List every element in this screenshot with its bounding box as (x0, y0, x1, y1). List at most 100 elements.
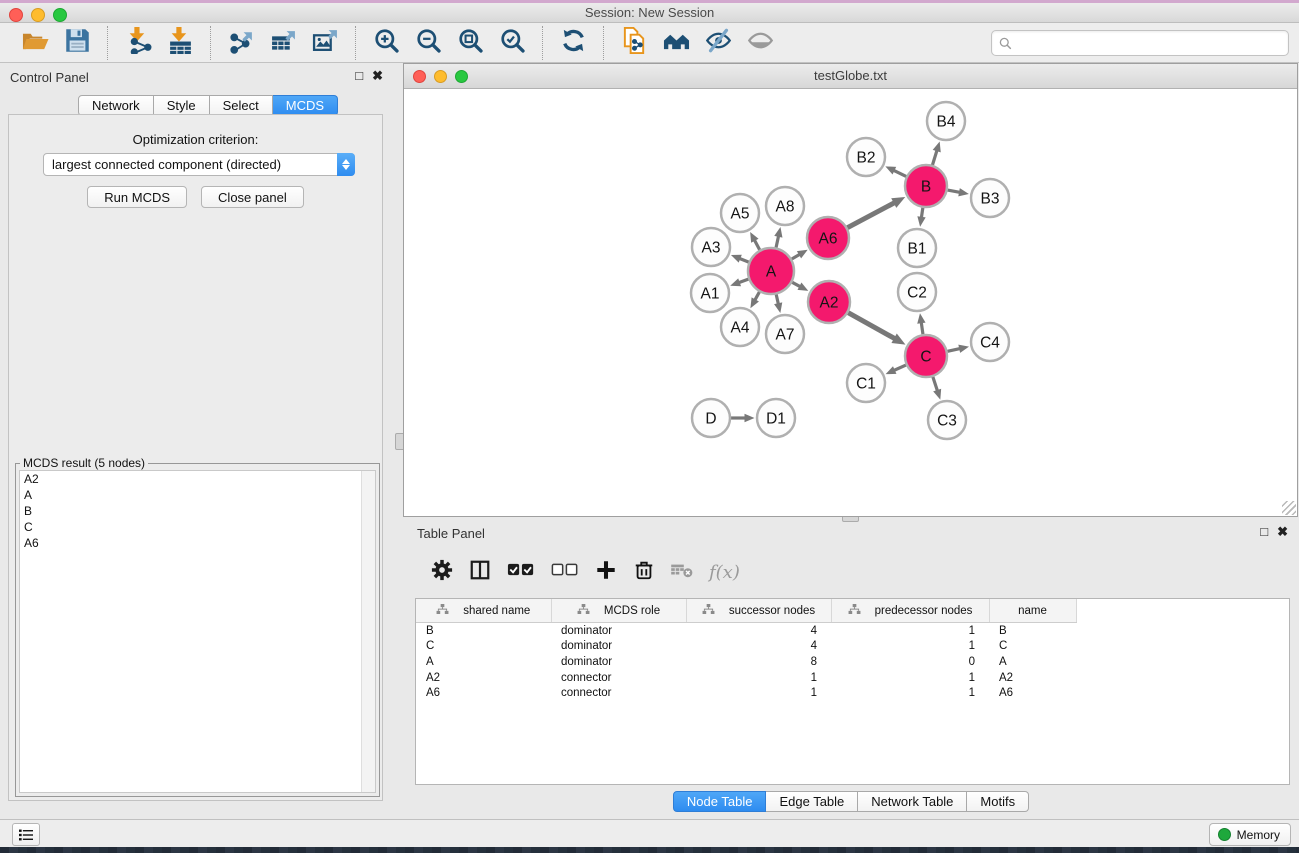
tab-select[interactable]: Select (210, 95, 273, 116)
show-all-button[interactable] (745, 28, 775, 58)
zoom-selected-button[interactable] (497, 28, 527, 58)
graph-node-C4[interactable]: C4 (971, 323, 1009, 361)
delete-table-button[interactable] (665, 558, 699, 586)
edge-B-B4[interactable] (932, 149, 937, 165)
hide-selected-button[interactable] (703, 28, 733, 58)
column-header-mcds-role[interactable]: MCDS role (551, 599, 686, 623)
memory-button[interactable]: Memory (1209, 823, 1291, 846)
first-neighbors-button[interactable] (661, 28, 691, 58)
tab-motifs[interactable]: Motifs (967, 791, 1029, 812)
graph-node-D1[interactable]: D1 (757, 399, 795, 437)
copy-network-button[interactable] (619, 28, 649, 58)
network-window-titlebar[interactable]: testGlobe.txt (404, 64, 1297, 89)
mcds-result-list[interactable]: A2ABCA6 (19, 470, 376, 793)
tab-mcds[interactable]: MCDS (273, 95, 338, 116)
graph-node-A2[interactable]: A2 (808, 281, 850, 323)
function-builder-button[interactable]: f(x) (709, 562, 740, 583)
tab-node-table[interactable]: Node Table (673, 791, 767, 812)
add-column-button[interactable] (589, 558, 623, 586)
column-header-shared-name[interactable]: shared name (416, 599, 551, 623)
import-network-icon (125, 27, 152, 59)
graph-node-D[interactable]: D (692, 399, 730, 437)
result-item[interactable]: A6 (20, 535, 375, 551)
import-table-button[interactable] (165, 28, 195, 58)
node-table[interactable]: shared nameMCDS rolesuccessor nodesprede… (415, 598, 1290, 785)
show-columns-button[interactable] (463, 558, 497, 586)
tab-style[interactable]: Style (154, 95, 210, 116)
close-panel-button[interactable]: Close panel (201, 186, 304, 208)
close-table-panel-icon[interactable]: ✖ (1277, 525, 1288, 539)
search-field[interactable] (991, 30, 1289, 56)
zoom-fit-button[interactable] (455, 28, 485, 58)
arrowhead-icon (933, 389, 944, 401)
graph-node-A8[interactable]: A8 (766, 187, 804, 225)
edge-B-B2[interactable] (893, 170, 907, 177)
graph-node-C3[interactable]: C3 (928, 401, 966, 439)
export-image-button[interactable] (310, 28, 340, 58)
table-row[interactable]: Adominator80A (416, 654, 1289, 670)
graph-node-A7[interactable]: A7 (766, 315, 804, 353)
network-canvas[interactable]: B4 B2 B B3 A8A5 A6 A3 B1 A C2 A1 A2 A4A7 C4 C C1 C3 D D1 (404, 89, 1297, 516)
network-graph[interactable]: B4 B2 B B3 A8A5 A6 A3 B1 A C2 A1 A2 A4A7 C4 C C1 C3 D D1 (404, 89, 1297, 517)
edge-A2-C[interactable] (848, 313, 896, 340)
table-settings-button[interactable] (425, 558, 459, 586)
close-panel-icon[interactable]: ✖ (372, 69, 383, 83)
edge-C-C3[interactable] (933, 377, 938, 392)
refresh-button[interactable] (558, 28, 588, 58)
graph-node-C[interactable]: C (905, 335, 947, 377)
zoom-in-button[interactable] (371, 28, 401, 58)
delete-column-button[interactable] (627, 558, 661, 586)
tab-network-table[interactable]: Network Table (858, 791, 967, 812)
export-network-button[interactable] (226, 28, 256, 58)
export-table-button[interactable] (268, 28, 298, 58)
result-list-scrollbar[interactable] (361, 471, 375, 792)
graph-node-B2[interactable]: B2 (847, 138, 885, 176)
table-row[interactable]: A6connector11A6 (416, 685, 1289, 701)
task-history-button[interactable] (12, 823, 40, 846)
graph-node-A6[interactable]: A6 (807, 217, 849, 259)
save-session-button[interactable] (62, 28, 92, 58)
graph-node-B[interactable]: B (905, 165, 947, 207)
run-mcds-button[interactable]: Run MCDS (87, 186, 187, 208)
graph-node-A3[interactable]: A3 (692, 228, 730, 266)
arrowhead-icon (746, 230, 758, 243)
cell-name: C (989, 639, 1076, 655)
table-row[interactable]: A2connector11A2 (416, 670, 1289, 686)
edge-C-C4[interactable] (947, 348, 961, 351)
graph-node-C1[interactable]: C1 (847, 364, 885, 402)
table-row[interactable]: Cdominator41C (416, 639, 1289, 655)
result-item[interactable]: C (20, 519, 375, 535)
graph-node-B4[interactable]: B4 (927, 102, 965, 140)
search-input[interactable] (1017, 33, 1288, 53)
result-item[interactable]: B (20, 503, 375, 519)
tab-network[interactable]: Network (78, 95, 154, 116)
table-row[interactable]: Bdominator41B (416, 623, 1289, 639)
result-item[interactable]: A2 (20, 471, 375, 487)
control-panel: Control Panel □ ✖ NetworkStyleSelectMCDS… (0, 63, 391, 820)
column-header-successor-nodes[interactable]: successor nodes (686, 599, 831, 623)
float-table-panel-icon[interactable]: □ (1260, 525, 1268, 539)
deselect-all-button[interactable] (545, 558, 585, 586)
select-all-button[interactable] (501, 558, 541, 586)
column-header-name[interactable]: name (989, 599, 1076, 623)
zoom-out-button[interactable] (413, 28, 443, 58)
graph-node-B3[interactable]: B3 (971, 179, 1009, 217)
import-network-button[interactable] (123, 28, 153, 58)
graph-node-A[interactable]: A (748, 248, 794, 294)
open-session-button[interactable] (20, 28, 50, 58)
edge-A6-B[interactable] (847, 202, 895, 228)
graph-node-C2[interactable]: C2 (898, 273, 936, 311)
column-header-predecessor-nodes[interactable]: predecessor nodes (831, 599, 989, 623)
graph-node-B1[interactable]: B1 (898, 229, 936, 267)
resize-grip-icon[interactable] (1282, 501, 1296, 515)
graph-node-A5[interactable]: A5 (721, 194, 759, 232)
edge-C-C1[interactable] (893, 365, 906, 371)
optimization-criterion-select[interactable]: largest connected component (directed) (43, 153, 355, 176)
tab-edge-table[interactable]: Edge Table (766, 791, 858, 812)
graph-node-A1[interactable]: A1 (691, 274, 729, 312)
cell-predecessor-nodes: 1 (831, 623, 989, 639)
result-item[interactable]: A (20, 487, 375, 503)
edge-B-B3[interactable] (948, 190, 961, 193)
float-panel-icon[interactable]: □ (355, 69, 363, 83)
graph-node-A4[interactable]: A4 (721, 308, 759, 346)
